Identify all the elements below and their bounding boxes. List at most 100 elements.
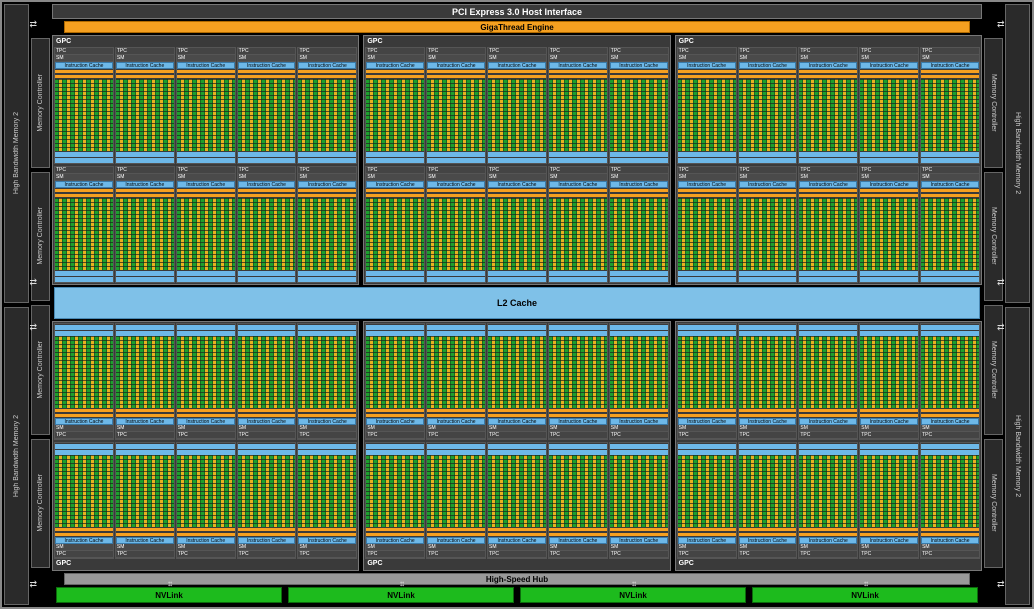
instruction-cache: Instruction Cache: [366, 62, 424, 69]
dispatch-bar: [366, 189, 424, 192]
instruction-cache: Instruction Cache: [488, 62, 546, 69]
tpc: TPCSMInstruction Cache: [859, 442, 919, 559]
dispatch-bar: [55, 189, 113, 192]
scheduler-bar: [488, 194, 546, 197]
dispatch-bar: [921, 189, 979, 192]
scheduler-bar: [238, 528, 296, 531]
instruction-cache: Instruction Cache: [549, 181, 607, 188]
shared-memory-bar: [610, 325, 668, 330]
tpc-label: TPC: [427, 432, 485, 439]
bus-arrows-icon: ⇄: [29, 581, 37, 588]
gpc: GPCTPCSMInstruction CacheTPCSMInstructio…: [52, 35, 359, 285]
shared-memory-bar: [177, 277, 235, 282]
register-file-bar: [678, 152, 736, 157]
sm-label: SM: [366, 425, 424, 432]
memory-controller: Memory Controller: [31, 439, 50, 569]
tpc-label: TPC: [799, 432, 857, 439]
sm-label: SM: [488, 544, 546, 551]
shared-memory-bar: [177, 158, 235, 163]
cuda-core-array: [366, 455, 424, 527]
sm-label: SM: [177, 425, 235, 432]
tpc: TPCSMInstruction Cache: [54, 47, 114, 164]
instruction-cache: Instruction Cache: [921, 418, 979, 425]
sm-row: TPCSMInstruction Cache TPCSMInstruction C…: [54, 47, 357, 164]
dispatch-bar: [116, 189, 174, 192]
instruction-cache: Instruction Cache: [238, 62, 296, 69]
dispatch-bar: [921, 533, 979, 536]
register-file-bar: [610, 152, 668, 157]
tpc: TPCSMInstruction Cache: [365, 166, 425, 283]
gpc-label: GPC: [677, 559, 980, 569]
tpc-label: TPC: [610, 48, 668, 55]
center-die-area: PCI Express 3.0 Host Interface GigaThrea…: [50, 4, 984, 605]
scheduler-bar: [799, 528, 857, 531]
sm-label: SM: [678, 174, 736, 181]
instruction-cache: Instruction Cache: [678, 62, 736, 69]
cuda-core-array: [488, 79, 546, 151]
sm-label: SM: [427, 544, 485, 551]
sm-row: TPCSMInstruction CacheTPCSMInstruction C…: [54, 442, 357, 559]
shared-memory-bar: [116, 277, 174, 282]
register-file-bar: [549, 271, 607, 276]
dispatch-bar: [610, 70, 668, 73]
instruction-cache: Instruction Cache: [921, 181, 979, 188]
cuda-core-array: [238, 455, 296, 527]
cuda-core-array: [739, 336, 797, 408]
gpu-block-diagram: High Bandwidth Memory 2 ⇄ ⇄ High Bandwid…: [0, 0, 1034, 609]
instruction-cache: Instruction Cache: [488, 181, 546, 188]
sm-label: SM: [799, 55, 857, 62]
register-file-bar: [366, 271, 424, 276]
cuda-core-array: [298, 336, 356, 408]
tpc: TPCSMInstruction Cache: [115, 323, 175, 440]
sm-label: SM: [366, 544, 424, 551]
cuda-core-array: [177, 198, 235, 270]
sm-label: SM: [298, 55, 356, 62]
tpc: TPCSMInstruction Cache: [426, 442, 486, 559]
tpc-label: TPC: [116, 432, 174, 439]
scheduler-bar: [549, 194, 607, 197]
tpc: TPCSMInstruction Cache: [548, 323, 608, 440]
scheduler-bar: [366, 75, 424, 78]
register-file-bar: [488, 152, 546, 157]
cuda-core-array: [610, 79, 668, 151]
sm-label: SM: [921, 425, 979, 432]
tpc-label: TPC: [427, 551, 485, 558]
shared-memory-bar: [427, 277, 485, 282]
tpc-label: TPC: [366, 167, 424, 174]
scheduler-bar: [116, 528, 174, 531]
nvlink: NVLink↕↕: [520, 587, 746, 603]
high-speed-hub: High-Speed Hub: [64, 573, 970, 585]
cuda-core-array: [610, 198, 668, 270]
dispatch-bar: [177, 70, 235, 73]
instruction-cache: Instruction Cache: [921, 537, 979, 544]
scheduler-bar: [739, 194, 797, 197]
shared-memory-bar: [488, 444, 546, 449]
sm-row: TPCSMInstruction CacheTPCSMInstruction C…: [365, 323, 668, 440]
scheduler-bar: [610, 409, 668, 412]
shared-memory-bar: [610, 158, 668, 163]
sm-label: SM: [298, 425, 356, 432]
dispatch-bar: [739, 533, 797, 536]
instruction-cache: Instruction Cache: [860, 181, 918, 188]
sm-label: SM: [238, 55, 296, 62]
sm-label: SM: [116, 544, 174, 551]
instruction-cache: Instruction Cache: [610, 62, 668, 69]
shared-memory-bar: [921, 444, 979, 449]
sm-label: SM: [921, 544, 979, 551]
tpc-label: TPC: [799, 48, 857, 55]
dispatch-bar: [739, 414, 797, 417]
tpc-label: TPC: [366, 551, 424, 558]
pci-express-host-interface: PCI Express 3.0 Host Interface: [52, 4, 982, 19]
tpc-label: TPC: [298, 432, 356, 439]
scheduler-bar: [427, 409, 485, 412]
sm-label: SM: [799, 425, 857, 432]
shared-memory-bar: [116, 444, 174, 449]
scheduler-bar: [116, 409, 174, 412]
tpc: TPCSMInstruction Cache: [609, 442, 669, 559]
cuda-core-array: [739, 455, 797, 527]
scheduler-bar: [610, 528, 668, 531]
scheduler-bar: [799, 194, 857, 197]
scheduler-bar: [549, 409, 607, 412]
tpc: TPCSMInstruction Cache: [176, 47, 236, 164]
sm-row: TPCSMInstruction CacheTPCSMInstruction C…: [365, 166, 668, 283]
